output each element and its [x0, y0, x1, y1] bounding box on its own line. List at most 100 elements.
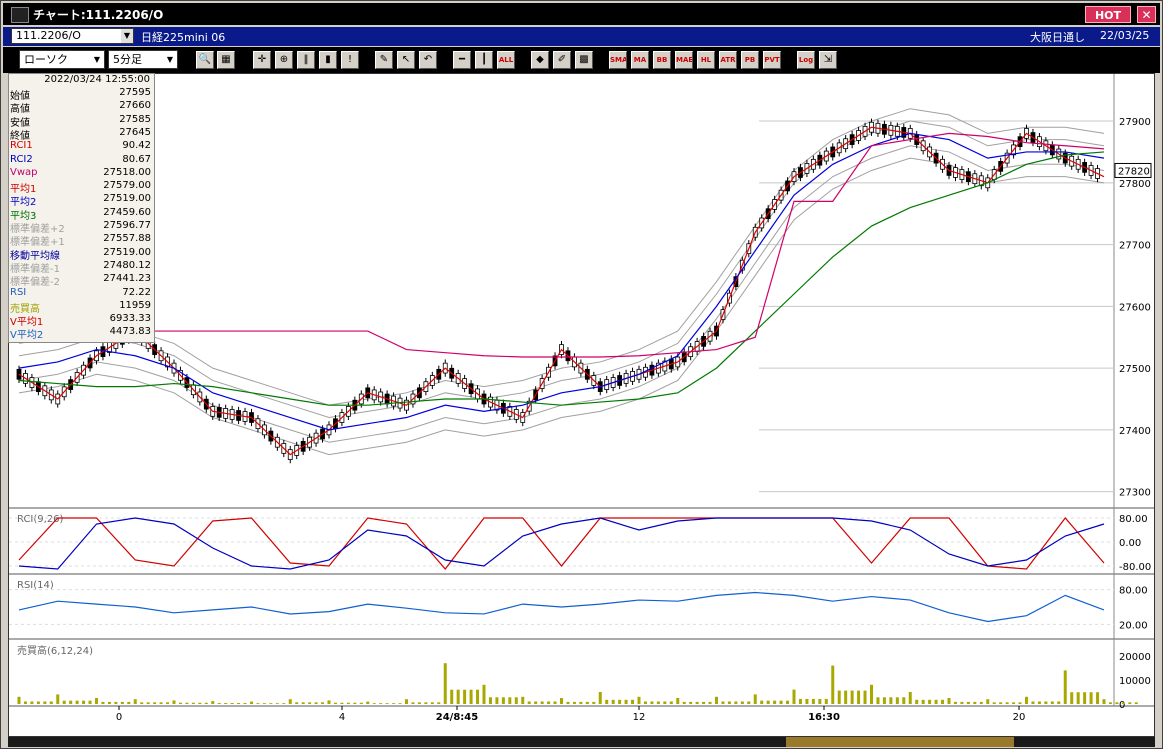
volume-bar — [747, 701, 751, 704]
info-icon[interactable]: ! — [341, 51, 359, 69]
palette-icon[interactable]: ▩ — [575, 51, 593, 69]
volume-bar — [1089, 692, 1093, 704]
cube-icon[interactable]: ◆ — [531, 51, 549, 69]
chevron-down-icon[interactable]: ▼ — [164, 52, 176, 67]
chevron-down-icon[interactable]: ▼ — [91, 52, 103, 67]
volume-bar — [805, 698, 809, 704]
mae-icon[interactable]: MAE — [675, 51, 693, 69]
data-row-label: RCI1 — [10, 140, 33, 152]
hl-icon[interactable]: HL — [697, 51, 715, 69]
interval-select[interactable]: 5分足 ▼ — [108, 50, 178, 69]
candle-icon[interactable]: ▮ — [319, 51, 337, 69]
volume-bar — [702, 701, 706, 704]
volume-bar — [101, 701, 105, 704]
volume-bar — [346, 702, 350, 704]
bb-icon[interactable]: BB — [653, 51, 671, 69]
volume-bar — [217, 702, 221, 704]
volume-bar — [876, 697, 880, 704]
export-icon[interactable]: ⇲ — [819, 51, 837, 69]
data-row-value: 27459.60 — [103, 206, 151, 218]
search-icon[interactable]: 🔍 — [196, 51, 214, 69]
volume-bar — [301, 702, 305, 704]
hot-button[interactable]: HOT — [1085, 6, 1131, 23]
volume-bar — [824, 698, 828, 704]
chevron-down-icon[interactable]: ▼ — [121, 29, 133, 43]
volume-bar — [295, 702, 299, 704]
bars-icon[interactable]: ‖ — [297, 51, 315, 69]
volume-bar — [133, 699, 137, 704]
data-datetime: 2022/03/24 12:55:00 — [44, 74, 150, 85]
volume-bar — [321, 702, 325, 704]
chart-type-select[interactable]: ローソク ▼ — [19, 50, 105, 69]
cursor-icon[interactable]: ↖ — [397, 51, 415, 69]
volume-bar — [850, 690, 854, 704]
volume-bar — [62, 700, 66, 704]
close-button[interactable]: ✕ — [1137, 6, 1156, 23]
hline-icon[interactable]: ━ — [453, 51, 471, 69]
crosshair-icon[interactable]: ✛ — [253, 51, 271, 69]
volume-bar — [1083, 692, 1087, 704]
volume-bar — [947, 698, 951, 704]
volume-bar — [585, 701, 589, 704]
pb-icon[interactable]: PB — [741, 51, 759, 69]
symbol-combo[interactable]: 111.2206/O ▼ — [11, 28, 134, 44]
volume-bar — [146, 702, 150, 704]
volume-bar — [107, 701, 111, 704]
data-row-value: 72.22 — [122, 286, 151, 298]
chart-area[interactable]: 27900 27800 27700 27600 27500 27400 27300 27820… — [8, 73, 1155, 737]
ma-icon[interactable]: MA — [631, 51, 649, 69]
atr-icon[interactable]: ATR — [719, 51, 737, 69]
data-row-label: RCI2 — [10, 153, 33, 165]
volume-bar — [36, 701, 40, 704]
volume-bar — [1076, 692, 1080, 704]
volume-bar — [379, 703, 383, 704]
volume-bar — [534, 701, 538, 704]
zoom-icon[interactable]: ⊕ — [275, 51, 293, 69]
pvt-icon[interactable]: PVT — [763, 51, 781, 69]
scroll-thumb[interactable] — [786, 737, 1014, 747]
data-row-label: V平均2 — [10, 330, 44, 342]
volume-bar — [611, 699, 615, 704]
data-row: 標準偏差-1 27480.12 — [9, 260, 154, 275]
brush-icon[interactable]: ✐ — [553, 51, 571, 69]
volume-bar — [766, 700, 770, 704]
data-row-value: 27441.23 — [103, 273, 151, 285]
pen-icon[interactable]: ✎ — [375, 51, 393, 69]
window-title: チャート:111.2206/O — [33, 8, 164, 22]
time-tick-label: 0 — [116, 712, 122, 723]
data-row-value: 90.42 — [122, 140, 151, 152]
volume-bar — [553, 701, 557, 704]
all-icon[interactable]: ALL — [497, 51, 515, 69]
volume-bar — [643, 701, 647, 704]
volume-bar — [953, 701, 957, 704]
volume-bar — [488, 697, 492, 704]
volume-bar — [250, 701, 253, 704]
data-row-value: 6933.33 — [109, 313, 151, 325]
grid-icon[interactable]: ▦ — [217, 51, 235, 69]
horizontal-scrollbar[interactable] — [8, 737, 1155, 747]
data-row: V平均2 4473.83 — [9, 326, 154, 342]
volume-bar — [437, 702, 441, 704]
volume-bar — [230, 702, 234, 704]
volume-bar — [598, 692, 602, 704]
volume-bar — [424, 702, 428, 704]
volume-bar — [308, 702, 312, 704]
sma-icon[interactable]: SMA — [609, 51, 627, 69]
data-row: 標準偏差+2 27596.77 — [9, 220, 154, 235]
volume-bar — [211, 701, 215, 704]
chart-canvas[interactable]: 27900 27800 27700 27600 27500 27400 27300 27820… — [9, 74, 1154, 736]
volume-bar — [1070, 692, 1074, 704]
volume-bar — [172, 700, 176, 704]
undo-icon[interactable]: ↶ — [419, 51, 437, 69]
data-row-value: 27579.00 — [103, 180, 151, 192]
volume-bar — [527, 701, 531, 704]
volume-bar — [166, 702, 170, 704]
volume-bar — [95, 698, 98, 704]
log-icon[interactable]: Log — [797, 51, 815, 69]
vline-icon[interactable]: ┃ — [475, 51, 493, 69]
volume-bar — [237, 702, 241, 704]
rsi-line — [18, 591, 1105, 623]
volume-bar — [430, 702, 434, 704]
price-tick-label: 27500 — [1119, 364, 1151, 375]
volume-bar — [740, 701, 744, 704]
